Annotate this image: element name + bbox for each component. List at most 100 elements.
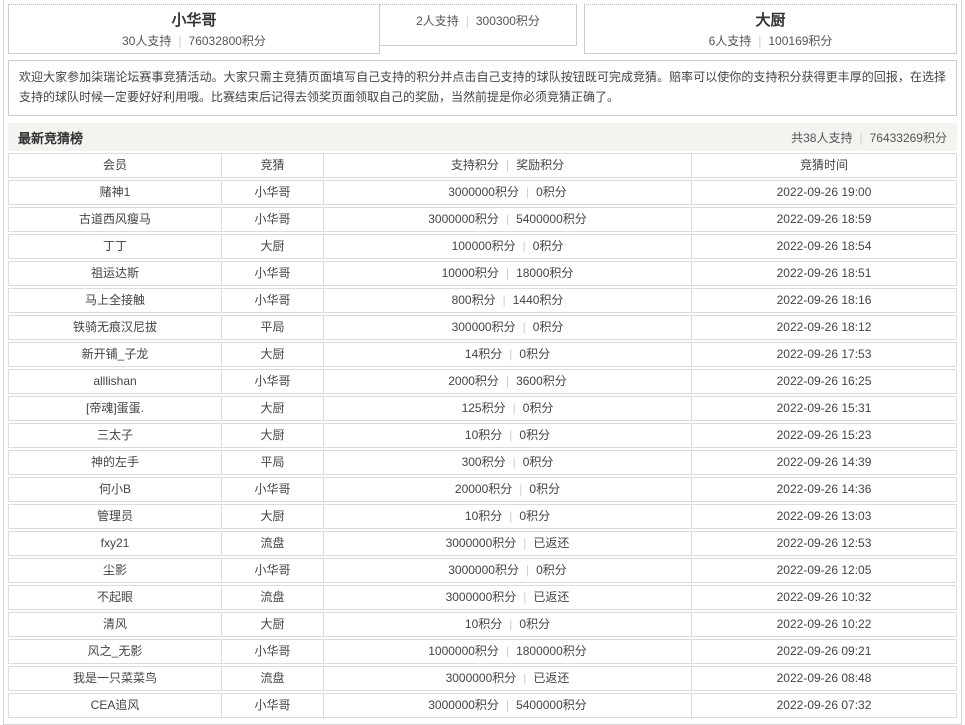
reward-points: 0积分 [536, 563, 567, 577]
table-row: 我是一只菜菜鸟流盘3000000积分|已返还2022-09-26 08:48 [8, 666, 957, 691]
time-cell: 2022-09-26 18:16 [691, 289, 956, 312]
support-points: 3000000积分 [446, 671, 517, 685]
guess-cell: 小华哥 [221, 478, 323, 501]
points-cell: 300积分|0积分 [323, 451, 691, 474]
points-cell: 1000000积分|1800000积分 [323, 640, 691, 663]
table-row: [帝魂]蛋蛋.大厨125积分|0积分2022-09-26 15:31 [8, 396, 957, 421]
separator: | [506, 158, 509, 172]
points-cell: 100000积分|0积分 [323, 235, 691, 258]
points-cell: 3000000积分|5400000积分 [323, 694, 691, 717]
column-header-support: 支持积分 [451, 158, 499, 172]
reward-points: 0积分 [519, 509, 550, 523]
reward-points: 18000积分 [516, 266, 573, 280]
support-points: 3000000积分 [446, 590, 517, 604]
time-cell: 2022-09-26 12:05 [691, 559, 956, 582]
guess-cell: 大厨 [221, 424, 323, 447]
member-cell: CEA追风 [9, 694, 221, 717]
time-cell: 2022-09-26 10:32 [691, 586, 956, 609]
board-total-points: 76433269积分 [870, 131, 947, 145]
support-points: 800积分 [452, 293, 496, 307]
table-row: 新开铺_子龙大厨14积分|0积分2022-09-26 17:53 [8, 342, 957, 367]
member-cell: 我是一只菜菜鸟 [9, 667, 221, 690]
table-row: CEA追风小华哥3000000积分|5400000积分2022-09-26 07… [8, 693, 957, 718]
support-points: 1000000积分 [428, 644, 499, 658]
points-cell: 14积分|0积分 [323, 343, 691, 366]
table-row: 尘影小华哥3000000积分|0积分2022-09-26 12:05 [8, 558, 957, 583]
reward-points: 0积分 [533, 320, 564, 334]
team-name-left: 小华哥 [9, 11, 379, 31]
table-row: 三太子大厨10积分|0积分2022-09-26 15:23 [8, 423, 957, 448]
column-header-member: 会员 [9, 154, 221, 177]
separator: | [178, 34, 181, 48]
guess-cell: 小华哥 [221, 370, 323, 393]
support-points: 20000积分 [455, 482, 512, 496]
member-cell: 风之_无影 [9, 640, 221, 663]
member-cell: 神的左手 [9, 451, 221, 474]
points-cell: 20000积分|0积分 [323, 478, 691, 501]
support-points: 3000000积分 [446, 536, 517, 550]
member-cell: 古道西风瘦马 [9, 208, 221, 231]
member-cell: 尘影 [9, 559, 221, 582]
support-points: 100000积分 [452, 239, 516, 253]
bets-table: 会员 竞猜 支持积分|奖励积分 竞猜时间 赌神1小华哥3000000积分|0积分… [8, 153, 957, 718]
separator: | [509, 509, 512, 523]
separator: | [503, 293, 506, 307]
support-points: 300000积分 [452, 320, 516, 334]
guess-cell: 大厨 [221, 397, 323, 420]
points-cell: 300000积分|0积分 [323, 316, 691, 339]
team-name-right: 大厨 [585, 11, 956, 31]
points-cell: 3000000积分|5400000积分 [323, 208, 691, 231]
member-cell: 赌神1 [9, 181, 221, 204]
time-cell: 2022-09-26 14:39 [691, 451, 956, 474]
separator: | [523, 239, 526, 253]
table-row: 清风大厨10积分|0积分2022-09-26 10:22 [8, 612, 957, 637]
table-row: fxy21流盘3000000积分|已返还2022-09-26 12:53 [8, 531, 957, 556]
table-row: alllishan小华哥2000积分|3600积分2022-09-26 16:2… [8, 369, 957, 394]
draw-button[interactable]: 2人支持|300300积分 [379, 4, 577, 46]
support-points: 300积分 [462, 455, 506, 469]
draw-supporters: 2人支持 [416, 14, 459, 28]
separator: | [523, 590, 526, 604]
reward-points: 3600积分 [516, 374, 567, 388]
support-points: 2000积分 [448, 374, 499, 388]
reward-points: 已返还 [533, 536, 569, 550]
points-cell: 10000积分|18000积分 [323, 262, 691, 285]
points-cell: 125积分|0积分 [323, 397, 691, 420]
separator: | [513, 401, 516, 415]
reward-points: 0积分 [519, 347, 550, 361]
member-cell: 铁骑无痕汉尼拔 [9, 316, 221, 339]
time-cell: 2022-09-26 12:53 [691, 532, 956, 555]
time-cell: 2022-09-26 14:36 [691, 478, 956, 501]
column-header-reward: 奖励积分 [516, 158, 564, 172]
separator: | [509, 428, 512, 442]
reward-points: 1800000积分 [516, 644, 587, 658]
reward-points: 0积分 [529, 482, 560, 496]
time-cell: 2022-09-26 08:48 [691, 667, 956, 690]
guess-cell: 小华哥 [221, 181, 323, 204]
guess-cell: 大厨 [221, 235, 323, 258]
separator: | [758, 34, 761, 48]
team-button-right[interactable]: 大厨 6人支持|100169积分 [584, 4, 957, 54]
separator: | [526, 563, 529, 577]
time-cell: 2022-09-26 15:23 [691, 424, 956, 447]
separator: | [513, 455, 516, 469]
betting-page: 小华哥 30人支持|76032800积分 2人支持|300300积分 大厨 6人… [3, 0, 962, 725]
column-header-points: 支持积分 | 奖励积分 [323, 154, 691, 177]
support-points: 10积分 [465, 509, 502, 523]
support-points: 125积分 [462, 401, 506, 415]
points-cell: 3000000积分 | 已返还 [323, 532, 691, 555]
points-cell: 3000000积分|已返还 [323, 667, 691, 690]
reward-points: 0积分 [519, 428, 550, 442]
time-cell: 2022-09-26 09:21 [691, 640, 956, 663]
separator: | [509, 617, 512, 631]
team-button-left[interactable]: 小华哥 30人支持|76032800积分 [8, 4, 380, 54]
separator: | [523, 536, 526, 550]
separator: | [506, 212, 509, 226]
points-cell: 800积分|1440积分 [323, 289, 691, 312]
guess-cell: 流盘 [221, 532, 323, 555]
time-cell: 2022-09-26 13:03 [691, 505, 956, 528]
team-right-points: 100169积分 [768, 34, 832, 48]
guess-cell: 小华哥 [221, 559, 323, 582]
table-body: 赌神1小华哥3000000积分|0积分2022-09-26 19:00古道西风瘦… [8, 180, 957, 718]
table-header-row: 会员 竞猜 支持积分|奖励积分 竞猜时间 [8, 153, 957, 178]
